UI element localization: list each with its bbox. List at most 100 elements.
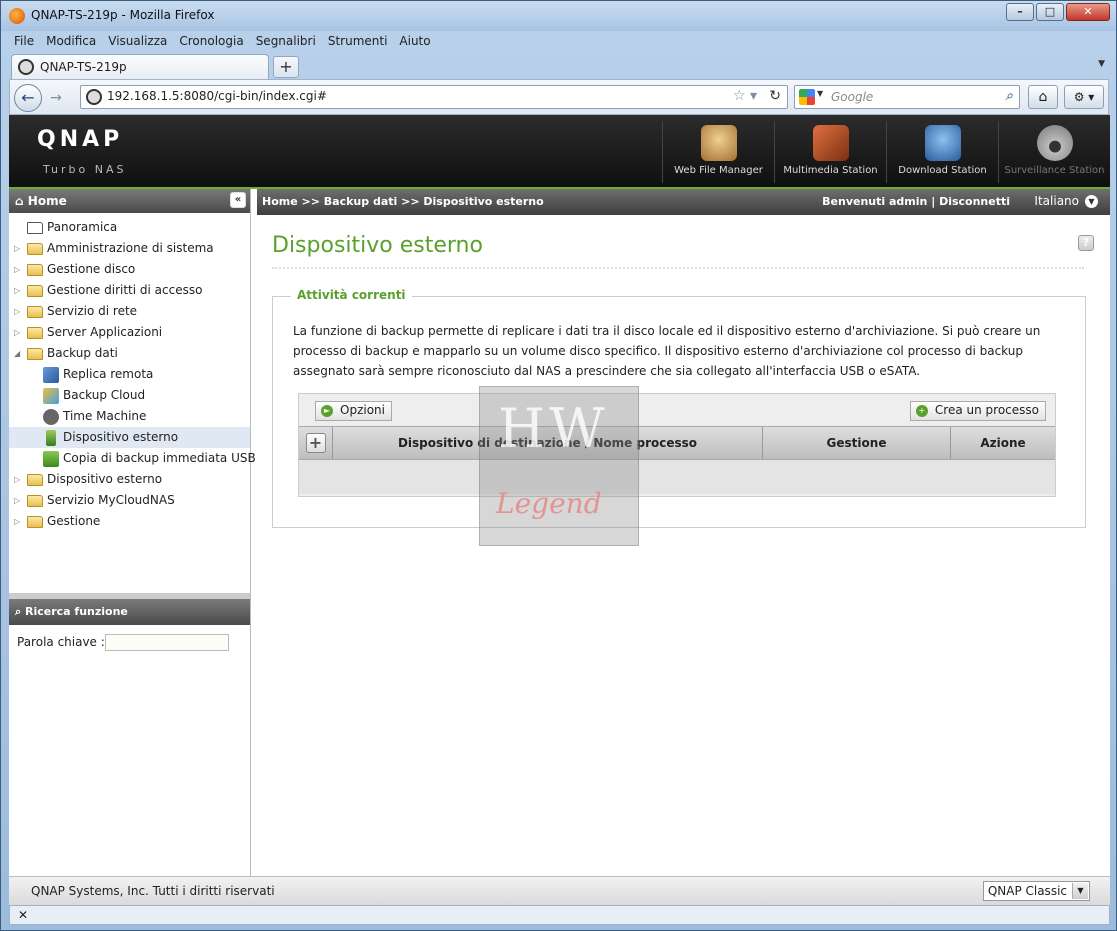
tree-item-dispositivo-esterno-backup[interactable]: Dispositivo esterno: [9, 427, 250, 448]
collapse-arrow-icon[interactable]: ◢: [14, 343, 20, 364]
add-circle-icon: +: [915, 405, 928, 417]
folder-icon: [27, 264, 43, 276]
title-divider: [272, 267, 1084, 269]
tree-item-dispositivo-esterno[interactable]: ▷ Dispositivo esterno: [9, 469, 250, 490]
expand-arrow-icon[interactable]: ▷: [14, 301, 20, 322]
forward-button[interactable]: →: [44, 88, 68, 108]
create-job-button[interactable]: + Crea un processo: [909, 401, 1046, 421]
addon-button[interactable]: ⚙ ▾: [1064, 85, 1104, 109]
tree-item-amministrazione[interactable]: ▷ Amministrazione di sistema: [9, 238, 250, 259]
welcome-text: Benvenuti admin: [822, 195, 928, 208]
expand-arrow-icon[interactable]: ▷: [14, 511, 20, 532]
expand-arrow-icon[interactable]: ▷: [14, 238, 20, 259]
tree-item-replica-remota[interactable]: Replica remota: [9, 364, 250, 385]
menu-strumenti[interactable]: Strumenti: [328, 32, 388, 52]
tree-item-backup-dati[interactable]: ◢ Backup dati: [9, 343, 250, 364]
menu-segnalibri[interactable]: Segnalibri: [256, 32, 316, 52]
tree-item-servizio-rete[interactable]: ▷ Servizio di rete: [9, 301, 250, 322]
window-title: QNAP-TS-219p - Mozilla Firefox: [31, 8, 215, 22]
collapse-sidebar-button[interactable]: «: [230, 192, 246, 208]
folder-icon: [27, 243, 43, 255]
google-icon[interactable]: [799, 89, 815, 105]
grid-header: + Dispositivo di destinazione / Nome pro…: [299, 426, 1055, 460]
tab-strip: QNAP-TS-219p + ▼: [9, 53, 1109, 79]
close-addon-bar-icon[interactable]: ✕: [18, 908, 28, 922]
expand-arrow-icon[interactable]: ▷: [14, 322, 20, 343]
qnap-header: QNAP Turbo NAS Web File Manager Multimed…: [9, 115, 1110, 187]
language-selector[interactable]: Italiano ▼: [1034, 194, 1098, 208]
minimize-button[interactable]: –: [1006, 3, 1034, 21]
section-legend: Attività correnti: [291, 288, 412, 302]
surveillance-camera-icon: [1036, 125, 1073, 161]
bookmark-star-icon[interactable]: ☆ ▾: [733, 88, 757, 104]
back-button[interactable]: ←: [14, 84, 42, 112]
menu-file[interactable]: File: [14, 32, 34, 52]
menu-visualizza[interactable]: Visualizza: [108, 32, 167, 52]
cloud-backup-icon: [43, 388, 59, 404]
new-tab-button[interactable]: +: [273, 56, 299, 78]
firefox-icon: [9, 8, 25, 24]
tab-list-icon[interactable]: ▼: [1098, 59, 1105, 69]
logout-link[interactable]: Disconnetti: [939, 195, 1010, 208]
tree-item-backup-cloud[interactable]: Backup Cloud: [9, 385, 250, 406]
search-icon: ⌕: [15, 605, 25, 618]
expand-arrow-icon[interactable]: ▷: [14, 280, 20, 301]
folder-icon: [27, 516, 43, 528]
navigation-bar: ← → 192.168.1.5:8080/cgi-bin/index.cgi# …: [9, 79, 1109, 115]
function-search-header: ⌕ Ricerca funzione: [9, 593, 250, 625]
close-button[interactable]: ✕: [1066, 3, 1110, 21]
theme-select[interactable]: QNAP Classic ▼: [982, 881, 1090, 901]
maximize-button[interactable]: □: [1036, 3, 1064, 21]
tree-item-panoramica[interactable]: Panoramica: [9, 217, 250, 238]
tree-item-time-machine[interactable]: Time Machine: [9, 406, 250, 427]
menu-aiuto[interactable]: Aiuto: [399, 32, 430, 52]
menu-modifica[interactable]: Modifica: [46, 32, 96, 52]
expand-all-button[interactable]: +: [305, 433, 326, 453]
help-icon[interactable]: ?: [1078, 235, 1094, 251]
download-station-app[interactable]: Download Station: [886, 121, 998, 183]
surveillance-station-app[interactable]: Surveillance Station: [998, 121, 1110, 183]
main-content: Dispositivo esterno ? Attività correnti …: [257, 215, 1110, 876]
open-folder-icon: [27, 348, 43, 360]
expand-arrow-icon[interactable]: ▷: [14, 259, 20, 280]
search-icon[interactable]: ⌕: [1005, 88, 1013, 104]
web-file-manager-app[interactable]: Web File Manager: [662, 121, 774, 183]
title-bar: QNAP-TS-219p - Mozilla Firefox – □ ✕: [1, 1, 1116, 31]
search-engine-dropdown-icon[interactable]: ▼: [817, 89, 823, 98]
keyword-input[interactable]: [105, 634, 229, 651]
status-bar: ✕: [9, 905, 1110, 925]
copyright-text: QNAP Systems, Inc. Tutti i diritti riser…: [31, 884, 275, 898]
tab-title: QNAP-TS-219p: [40, 60, 127, 74]
options-button[interactable]: ► Opzioni: [315, 401, 392, 421]
url-text: 192.168.1.5:8080/cgi-bin/index.cgi#: [107, 89, 327, 103]
expand-arrow-icon[interactable]: ▷: [14, 469, 20, 490]
overview-icon: [27, 222, 43, 234]
column-gestione[interactable]: Gestione: [763, 427, 951, 459]
tree-item-mycloudnas[interactable]: ▷ Servizio MyCloudNAS: [9, 490, 250, 511]
apple-icon: [43, 409, 59, 425]
site-identity-icon[interactable]: [86, 89, 102, 105]
tree-item-server-applicazioni[interactable]: ▷ Server Applicazioni: [9, 322, 250, 343]
breadcrumb: Home >> Backup dati >> Dispositivo ester…: [257, 189, 1110, 215]
arrow-right-icon: ►: [321, 405, 333, 417]
menu-cronologia[interactable]: Cronologia: [179, 32, 243, 52]
home-button[interactable]: ⌂: [1028, 85, 1058, 109]
search-placeholder: Google: [831, 90, 874, 104]
tree-item-diritti-accesso[interactable]: ▷ Gestione diritti di accesso: [9, 280, 250, 301]
tree-item-gestione-disco[interactable]: ▷ Gestione disco: [9, 259, 250, 280]
breadcrumb-path[interactable]: Home >> Backup dati >> Dispositivo ester…: [262, 195, 544, 208]
home-icon: ⌂: [15, 194, 24, 208]
multimedia-station-app[interactable]: Multimedia Station: [774, 121, 886, 183]
function-search-row: Parola chiave :: [9, 629, 250, 655]
reload-icon[interactable]: ↻: [769, 88, 781, 104]
expand-arrow-icon[interactable]: ▷: [14, 490, 20, 511]
grid-toolbar: ► Opzioni + Crea un processo: [299, 394, 1055, 426]
page-footer: QNAP Systems, Inc. Tutti i diritti riser…: [9, 876, 1110, 905]
tree-item-usb-copy[interactable]: Copia di backup immediata USB: [9, 448, 256, 469]
tree-item-gestione[interactable]: ▷ Gestione: [9, 511, 250, 532]
search-input[interactable]: ▼ Google ⌕: [794, 85, 1020, 109]
url-bar[interactable]: 192.168.1.5:8080/cgi-bin/index.cgi# ☆ ▾ …: [80, 85, 788, 109]
column-azione[interactable]: Azione: [951, 427, 1055, 459]
browser-tab[interactable]: QNAP-TS-219p: [11, 54, 269, 79]
folder-icon: [27, 495, 43, 507]
